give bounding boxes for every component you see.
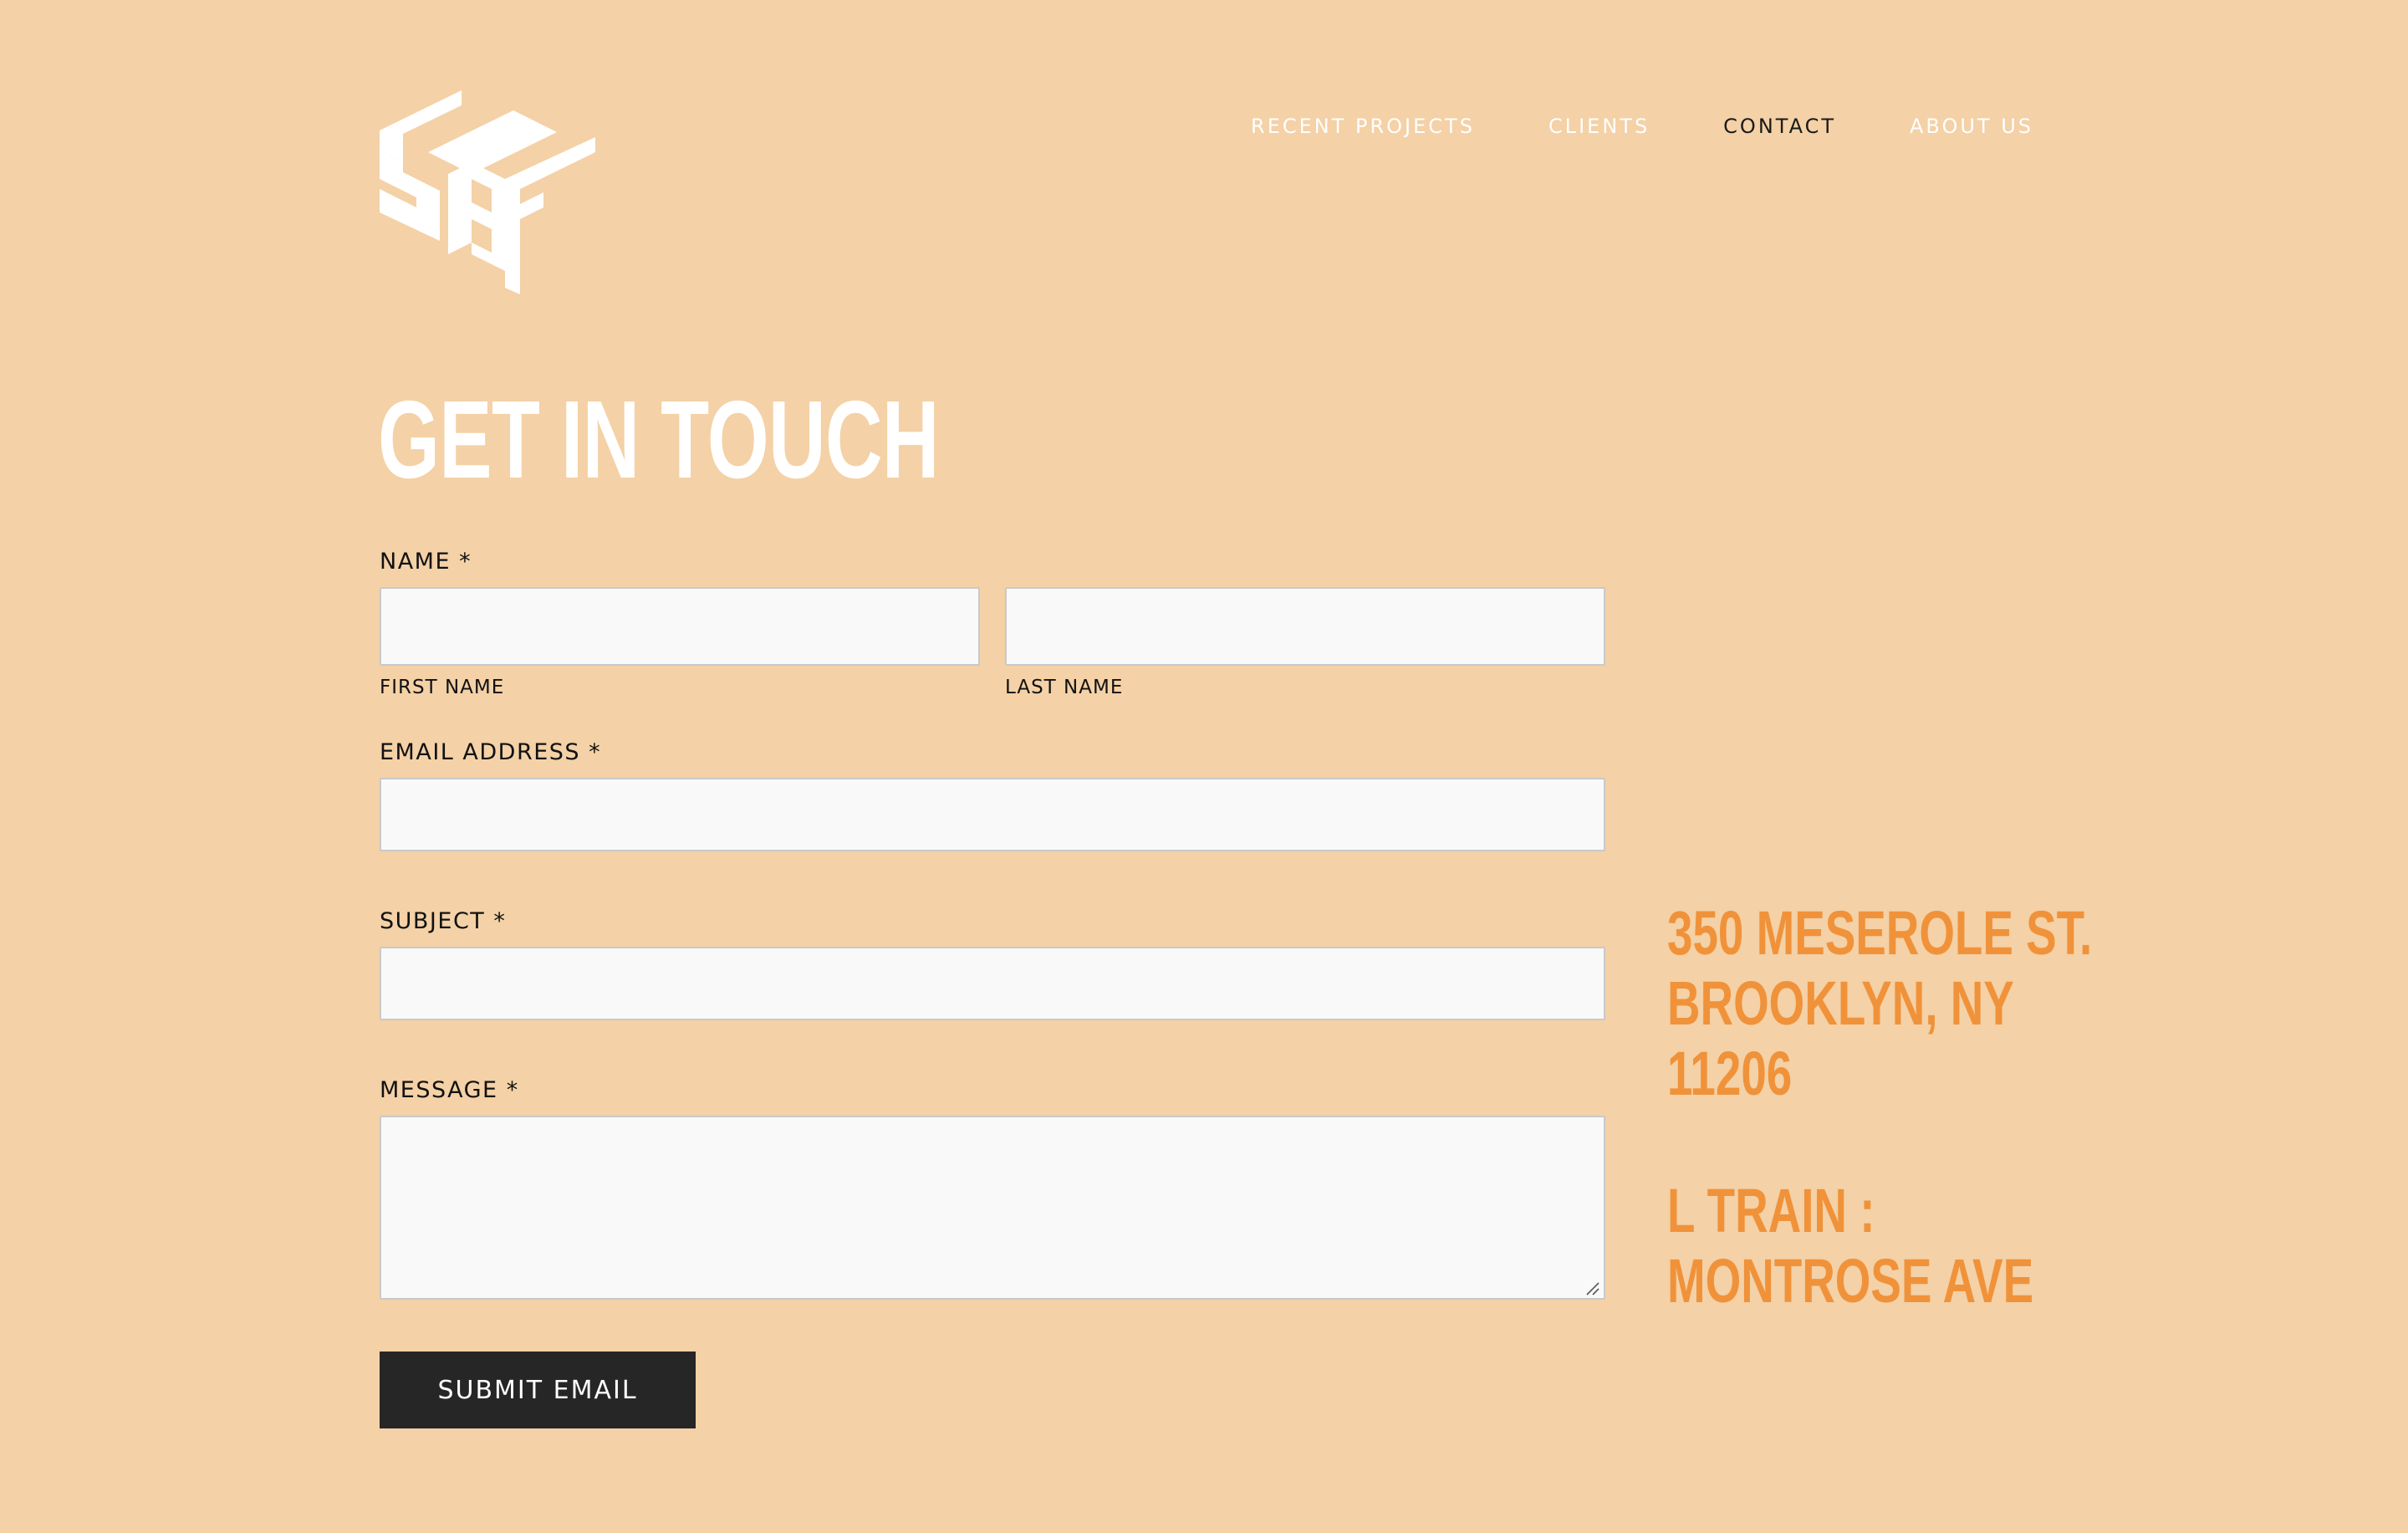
address-city: BROOKLYN, NY: [1667, 968, 2014, 1038]
nav-clients[interactable]: CLIENTS: [1548, 110, 1650, 142]
first-name-column: FIRST NAME: [380, 587, 980, 701]
resize-handle-icon[interactable]: [1585, 1281, 1600, 1296]
message-wrap: [380, 1116, 1605, 1300]
name-row: FIRST NAME LAST NAME: [380, 587, 1605, 701]
last-name-label: LAST NAME: [1005, 677, 1124, 698]
nav-recent-projects[interactable]: RECENT PROJECTS: [1251, 110, 1475, 142]
email-field[interactable]: [380, 778, 1605, 851]
subject-field[interactable]: [380, 947, 1605, 1020]
first-name-label: FIRST NAME: [380, 677, 505, 698]
message-label: MESSAGE *: [380, 1077, 519, 1103]
train-stop: MONTROSE AVE: [1667, 1246, 2034, 1316]
address-block: 350 MESEROLE ST. BROOKLYN, NY 11206 L TR…: [1667, 898, 2092, 1316]
email-label: EMAIL ADDRESS *: [380, 739, 602, 765]
page-title: GET IN TOUCH: [378, 378, 939, 501]
submit-email-button[interactable]: SUBMIT EMAIL: [380, 1352, 696, 1428]
message-field[interactable]: [380, 1116, 1605, 1300]
nav-about-us[interactable]: ABOUT US: [1910, 110, 2033, 142]
address-street: 350 MESEROLE ST.: [1667, 898, 2093, 968]
name-label: NAME *: [380, 549, 472, 575]
subject-group: SUBJECT *: [380, 903, 1605, 1020]
logo-icon[interactable]: [380, 90, 597, 294]
last-name-field[interactable]: [1005, 587, 1605, 666]
subject-label: SUBJECT *: [380, 908, 507, 934]
address-zip: 11206: [1667, 1039, 1793, 1108]
name-group: NAME * FIRST NAME LAST NAME: [380, 544, 1605, 701]
contact-form: NAME * FIRST NAME LAST NAME EMAIL ADDRES…: [380, 544, 1605, 1428]
first-name-field[interactable]: [380, 587, 980, 666]
nav-contact[interactable]: CONTACT: [1723, 110, 1836, 142]
last-name-column: LAST NAME: [1005, 587, 1605, 701]
main-nav: RECENT PROJECTS CLIENTS CONTACT ABOUT US: [1251, 110, 2033, 142]
train-line: L TRAIN :: [1667, 1176, 1875, 1245]
address-spacer: [1667, 1109, 2092, 1176]
email-group: EMAIL ADDRESS *: [380, 734, 1605, 851]
message-group: MESSAGE *: [380, 1072, 1605, 1300]
